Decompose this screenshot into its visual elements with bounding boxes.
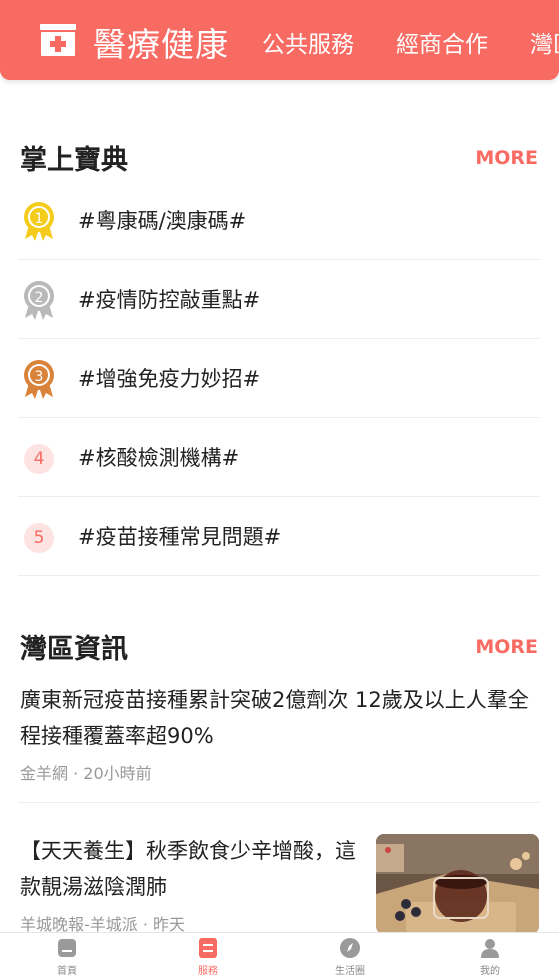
bay-news-more-link[interactable]: MORE bbox=[475, 636, 538, 658]
user-icon bbox=[481, 939, 499, 958]
nav-label: 首頁 bbox=[57, 966, 77, 977]
list-item[interactable]: 2 #疫情防控敲重點# bbox=[18, 260, 540, 339]
medical-kit-icon bbox=[40, 24, 76, 56]
rank-number-badge: 5 bbox=[24, 523, 54, 553]
service-icon bbox=[199, 938, 217, 958]
nav-label: 我的 bbox=[480, 966, 500, 977]
list-item-label: #疫情防控敲重點# bbox=[78, 288, 261, 312]
svg-text:2: 2 bbox=[35, 290, 44, 306]
nav-label: 生活圈 bbox=[335, 966, 365, 977]
tab-bay-area[interactable]: 灣區 bbox=[530, 25, 559, 59]
list-item[interactable]: 3 #增強免疫力妙招# bbox=[18, 339, 540, 418]
tab-business-cooperation[interactable]: 經商合作 bbox=[396, 25, 488, 59]
nav-label: 服務 bbox=[198, 966, 218, 977]
bronze-medal-icon: 3 bbox=[24, 360, 54, 399]
news-article[interactable]: 【天天養生】秋季飲食少辛增酸，這款靚湯滋陰潤肺 羊城晚報-羊城派 · 昨天 bbox=[20, 833, 360, 935]
bay-news-title: 灣區資訊 bbox=[20, 634, 128, 665]
nav-life-circle[interactable]: 生活圈 bbox=[310, 937, 390, 977]
app-header: 醫療健康 公共服務 經商合作 灣區 bbox=[0, 0, 559, 80]
news-meta: 金羊網 · 20小時前 bbox=[20, 764, 152, 783]
handbook-more-link[interactable]: MORE bbox=[475, 147, 538, 169]
nav-mine[interactable]: 我的 bbox=[450, 937, 530, 977]
header-title: 醫療健康 bbox=[93, 25, 229, 64]
home-icon bbox=[58, 939, 76, 957]
gold-medal-icon: 1 bbox=[24, 202, 54, 241]
list-item-label: #粵康碼/澳康碼# bbox=[78, 209, 247, 233]
nav-service[interactable]: 服務 bbox=[168, 937, 248, 977]
list-item[interactable]: 1 #粵康碼/澳康碼# bbox=[18, 181, 540, 260]
compass-icon bbox=[340, 938, 360, 958]
list-item[interactable]: 5 #疫苗接種常見問題# bbox=[18, 497, 540, 576]
news-headline: 【天天養生】秋季飲食少辛增酸，這款靚湯滋陰潤肺 bbox=[20, 839, 356, 899]
silver-medal-icon: 2 bbox=[24, 281, 54, 320]
tab-public-services[interactable]: 公共服務 bbox=[262, 25, 354, 59]
news-article[interactable]: 廣東新冠疫苗接種累計突破2億劑次 12歲及以上人羣全程接種覆蓋率超90% 金羊網… bbox=[20, 682, 540, 784]
divider bbox=[18, 802, 540, 803]
news-thumbnail[interactable] bbox=[376, 834, 539, 934]
rank-number-badge: 4 bbox=[24, 444, 54, 474]
nav-home[interactable]: 首頁 bbox=[27, 937, 107, 977]
news-headline: 廣東新冠疫苗接種累計突破2億劑次 12歲及以上人羣全程接種覆蓋率超90% bbox=[20, 688, 529, 748]
list-item[interactable]: 4 #核酸檢測機構# bbox=[18, 418, 540, 497]
list-item-label: #增強免疫力妙招# bbox=[78, 367, 261, 391]
list-item-label: #核酸檢測機構# bbox=[78, 446, 240, 470]
list-item-label: #疫苗接種常見問題# bbox=[78, 525, 282, 549]
handbook-title: 掌上寶典 bbox=[20, 145, 128, 176]
bottom-nav: 首頁 服務 生活圈 我的 bbox=[0, 932, 559, 978]
svg-text:1: 1 bbox=[35, 211, 44, 227]
svg-text:3: 3 bbox=[35, 369, 44, 385]
